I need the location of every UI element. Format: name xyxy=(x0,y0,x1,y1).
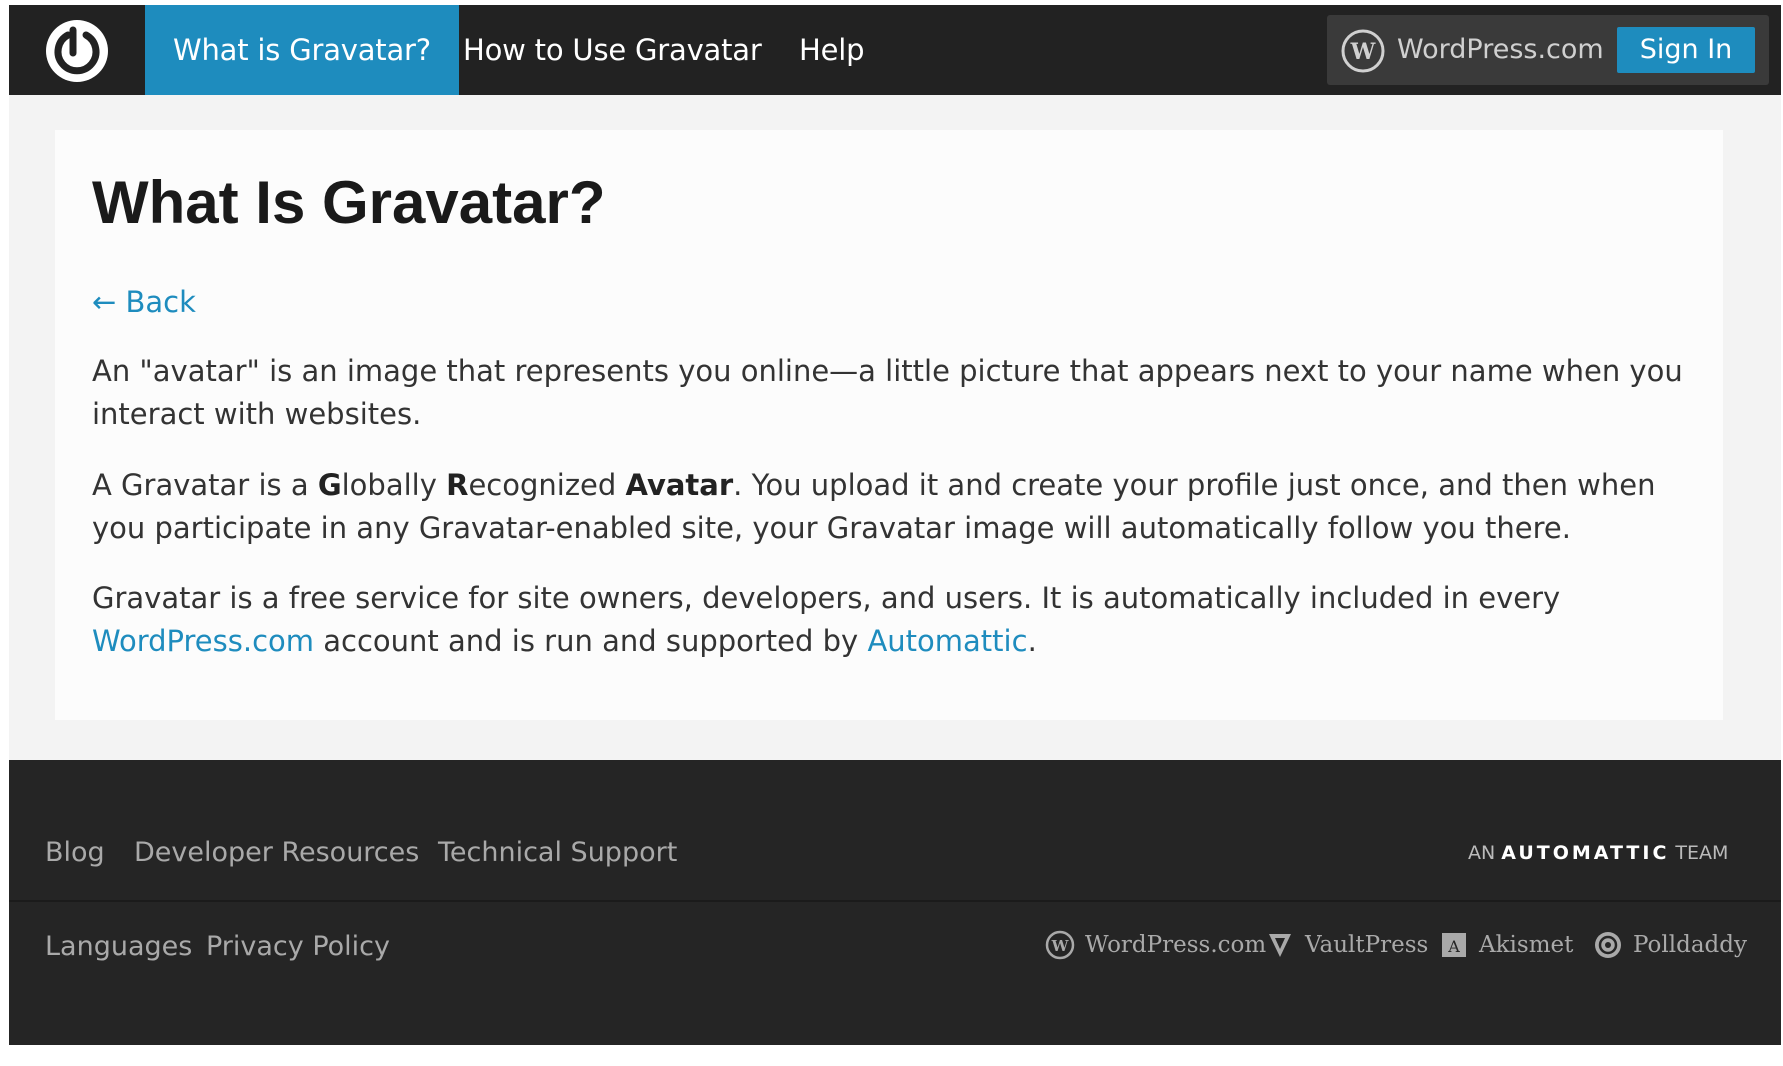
automattic-team-badge[interactable]: AN AUTOMATTIC TEAM xyxy=(1468,842,1728,864)
footer-link-technical-support[interactable]: Technical Support xyxy=(438,837,677,868)
p2-r: R xyxy=(446,468,469,502)
free-service-paragraph: Gravatar is a free service for site owne… xyxy=(92,577,1712,663)
family-link-polldaddy[interactable]: Polldaddy xyxy=(1593,925,1747,965)
footer-link-privacy-policy[interactable]: Privacy Policy xyxy=(206,931,390,962)
svg-text:W: W xyxy=(1350,39,1376,65)
wordpress-signin-panel: W WordPress.com Sign In xyxy=(1327,15,1769,85)
footer-link-blog[interactable]: Blog xyxy=(45,837,105,868)
automattic-team: TEAM xyxy=(1675,842,1729,864)
p2-pre: A Gravatar is a xyxy=(92,468,318,502)
family-link-vaultpress[interactable]: VaultPress xyxy=(1265,925,1428,965)
p2-avatar: Avatar xyxy=(625,468,734,502)
back-link[interactable]: ← Back xyxy=(92,285,196,319)
avatar-definition-paragraph: An "avatar" is an image that represents … xyxy=(92,354,1683,431)
footer-divider xyxy=(9,900,1781,902)
wordpress-icon: W xyxy=(1341,29,1385,73)
page-title: What Is Gravatar? xyxy=(92,169,606,236)
p2-g: G xyxy=(317,468,342,502)
gravatar-definition-paragraph: A Gravatar is a Globally Recognized Avat… xyxy=(92,464,1712,550)
wordpress-com-link[interactable]: WordPress.com xyxy=(92,624,314,658)
nav-how-to-use-gravatar[interactable]: How to Use Gravatar xyxy=(463,5,762,95)
family-label: Polldaddy xyxy=(1633,932,1747,958)
akismet-icon: A xyxy=(1442,933,1466,957)
footer-link-languages[interactable]: Languages xyxy=(45,931,192,962)
footer: Blog Developer Resources Technical Suppo… xyxy=(9,760,1781,1045)
wordpress-com-label: WordPress.com xyxy=(1397,34,1604,65)
family-link-wordpress[interactable]: W WordPress.com xyxy=(1045,925,1266,965)
top-nav-bar: What is Gravatar? How to Use Gravatar He… xyxy=(9,5,1781,95)
family-label: VaultPress xyxy=(1305,932,1429,958)
p3-pre: Gravatar is a free service for site owne… xyxy=(92,581,1561,615)
automattic-brand: AUTOMATTIC xyxy=(1501,842,1670,864)
automattic-an: AN xyxy=(1468,842,1496,864)
polldaddy-icon xyxy=(1595,932,1621,958)
footer-link-developer-resources[interactable]: Developer Resources xyxy=(134,837,419,868)
page-frame: What is Gravatar? How to Use Gravatar He… xyxy=(9,5,1781,1045)
p2-mid2: ecognized xyxy=(468,468,626,502)
gravatar-logo-icon[interactable] xyxy=(46,20,108,82)
content-card: What Is Gravatar? ← Back An "avatar" is … xyxy=(55,130,1723,720)
p2-mid1: lobally xyxy=(341,468,447,502)
svg-text:W: W xyxy=(1051,937,1070,955)
nav-what-is-gravatar[interactable]: What is Gravatar? xyxy=(145,5,459,95)
svg-text:A: A xyxy=(1447,937,1460,956)
wordpress-icon: W xyxy=(1045,930,1075,960)
family-label: Akismet xyxy=(1479,932,1574,958)
automattic-link[interactable]: Automattic xyxy=(867,624,1027,658)
p3-post: . xyxy=(1027,624,1037,658)
nav-help[interactable]: Help xyxy=(799,5,865,95)
p3-mid: account and is run and supported by xyxy=(314,624,868,658)
sign-in-button[interactable]: Sign In xyxy=(1617,27,1755,73)
family-link-akismet[interactable]: A Akismet xyxy=(1439,925,1573,965)
vaultpress-icon xyxy=(1269,934,1291,957)
family-label: WordPress.com xyxy=(1085,932,1267,958)
